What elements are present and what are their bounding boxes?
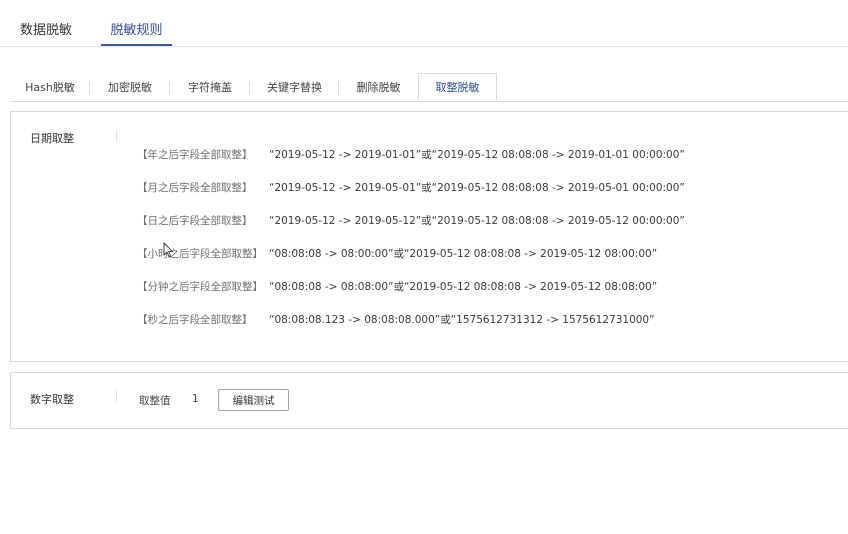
rule-example: “2019-05-12 -> 2019-05-01”或“2019-05-12 0… [269, 182, 685, 194]
rule-example: “2019-05-12 -> 2019-01-01”或“2019-05-12 0… [269, 149, 685, 161]
date-round-panel: 日期取整 【年之后字段全部取整】 “2019-05-12 -> 2019-01-… [10, 111, 848, 362]
tab-label: 取整脱敏 [435, 81, 480, 94]
tab-label: 删除脱敏 [356, 81, 401, 94]
tab-data-masking[interactable]: 数据脱敏 [20, 18, 72, 44]
rule-label: 【年之后字段全部取整】 [137, 149, 253, 161]
date-round-title: 日期取整 [30, 132, 74, 145]
tab-keyword-replace[interactable]: 关键字替换 [250, 74, 339, 101]
panel-divider [116, 130, 117, 142]
rule-example: “2019-05-12 -> 2019-05-12”或“2019-05-12 0… [269, 215, 685, 227]
rule-example: “08:08:08.123 -> 08:08:08.000”或“15756127… [269, 314, 655, 326]
tab-hash-masking[interactable]: Hash脱敏 [10, 74, 90, 101]
rule-example: “08:08:08 -> 08:08:00”或“2019-05-12 08:08… [269, 281, 658, 293]
rule-type-tabbar: Hash脱敏 加密脱敏 字符掩盖 关键字替换 删除脱敏 取整脱敏 [10, 73, 848, 102]
tab-label: 字符掩盖 [188, 81, 232, 94]
rule-label: 【月之后字段全部取整】 [137, 182, 253, 194]
tab-delete-masking[interactable]: 删除脱敏 [339, 74, 418, 101]
tab-masking-rules[interactable]: 脱敏规则 [101, 18, 172, 46]
tab-label: Hash脱敏 [25, 81, 75, 94]
round-value: 1 [192, 393, 199, 405]
edit-test-button[interactable]: 编辑测试 [218, 389, 289, 411]
tab-encrypt-masking[interactable]: 加密脱敏 [90, 74, 170, 101]
number-round-panel: 数字取整 取整值 1 编辑测试 [10, 372, 848, 429]
rule-example: “08:08:08 -> 08:00:00”或“2019-05-12 08:08… [269, 248, 658, 260]
rule-label: 【小时之后字段全部取整】 [137, 248, 263, 260]
tab-label: 加密脱敏 [108, 81, 152, 94]
tab-round-masking[interactable]: 取整脱敏 [418, 73, 497, 100]
round-value-label: 取整值 [139, 395, 171, 407]
rule-label: 【日之后字段全部取整】 [137, 215, 253, 227]
mouse-cursor-icon [163, 242, 173, 258]
rule-label: 【秒之后字段全部取整】 [137, 314, 253, 326]
rule-label: 【分钟之后字段全部取整】 [137, 281, 263, 293]
tab-char-cover[interactable]: 字符掩盖 [170, 74, 250, 101]
panel-divider [116, 390, 117, 403]
tab-label: 关键字替换 [267, 81, 322, 94]
number-round-title: 数字取整 [30, 393, 74, 406]
top-tab-divider [0, 46, 848, 47]
